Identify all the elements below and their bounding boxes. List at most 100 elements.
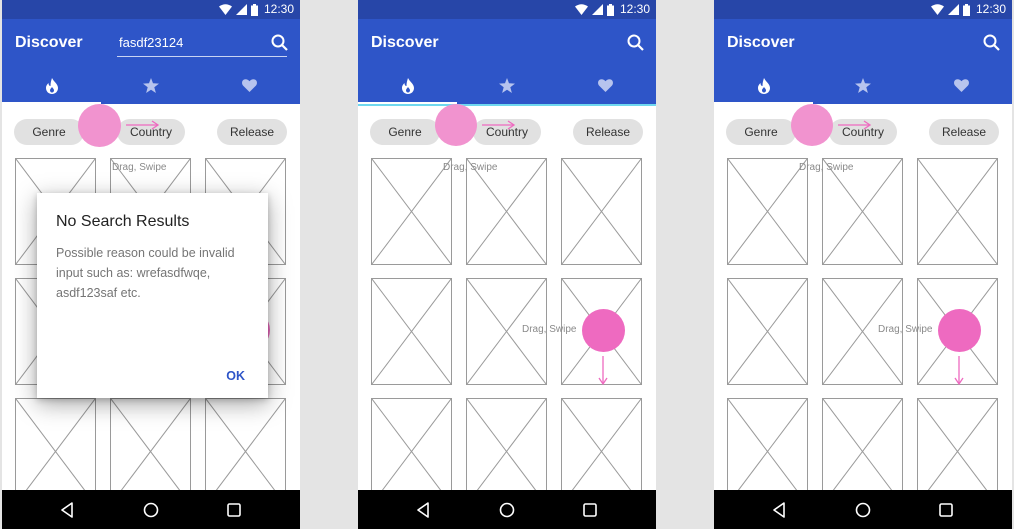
tab-favorites[interactable] (101, 67, 200, 104)
drag-swipe-hint: Drag, Swipe (522, 324, 577, 335)
swipe-right-arrow-icon (838, 120, 872, 130)
status-bar: 12:30 (714, 0, 1012, 19)
star-icon (142, 78, 159, 93)
back-icon[interactable] (59, 501, 77, 519)
heart-icon (598, 79, 613, 92)
image-placeholder[interactable] (561, 398, 642, 505)
tab-liked[interactable] (556, 67, 655, 104)
image-placeholder[interactable] (205, 398, 286, 505)
touch-indicator (582, 309, 625, 352)
tab-liked[interactable] (200, 67, 299, 104)
battery-icon (250, 3, 258, 16)
tab-bar (358, 67, 656, 106)
tab-bar (714, 67, 1012, 104)
chip-genre[interactable]: Genre (726, 119, 796, 145)
tab-liked[interactable] (912, 67, 1011, 104)
image-placeholder[interactable] (917, 398, 998, 505)
tab-bar-highlight (358, 104, 656, 106)
recents-icon[interactable] (581, 501, 599, 519)
tab-indicator (2, 102, 101, 104)
image-placeholder[interactable] (15, 398, 96, 505)
touch-indicator (938, 309, 981, 352)
app-bar: Discover (714, 19, 1012, 67)
search-icon[interactable] (982, 33, 1002, 53)
system-nav-bar (358, 490, 656, 529)
heart-icon (242, 79, 257, 92)
image-placeholder[interactable] (371, 278, 452, 385)
clock: 12:30 (263, 2, 294, 16)
back-icon[interactable] (415, 501, 433, 519)
phone-screen-discover: 12:30 Discover Genre Country Release Dra… (714, 0, 1012, 529)
app-bar: Discover fasdf23124 (2, 19, 300, 67)
dialog-title: No Search Results (56, 213, 190, 230)
chip-release[interactable]: Release (929, 119, 999, 145)
back-icon[interactable] (771, 501, 789, 519)
wifi-icon (930, 4, 944, 15)
signal-icon (947, 4, 959, 15)
flame-icon (401, 77, 414, 94)
tab-trending[interactable] (714, 67, 813, 104)
image-placeholder[interactable] (466, 398, 547, 505)
system-nav-bar (2, 490, 300, 529)
recents-icon[interactable] (937, 501, 955, 519)
tab-trending[interactable] (2, 67, 101, 104)
image-placeholder[interactable] (110, 398, 191, 505)
image-placeholder[interactable] (917, 158, 998, 265)
home-icon[interactable] (142, 501, 160, 519)
heart-icon (954, 79, 969, 92)
phone-screen-discover: 12:30 Discover Genre Country Release Dra… (358, 0, 656, 529)
page-title: Discover (15, 34, 83, 51)
wifi-icon (218, 4, 232, 15)
touch-indicator (78, 104, 121, 147)
flame-icon (45, 77, 58, 94)
system-nav-bar (714, 490, 1012, 529)
touch-indicator (435, 104, 477, 146)
search-icon[interactable] (270, 33, 290, 53)
image-placeholder[interactable] (727, 158, 808, 265)
chip-release[interactable]: Release (217, 119, 287, 145)
image-placeholder[interactable] (371, 158, 452, 265)
home-icon[interactable] (854, 501, 872, 519)
signal-icon (591, 4, 603, 15)
tab-trending[interactable] (358, 67, 457, 104)
phone-screen-search-error: 12:30 Discover fasdf23124 Genre Country … (2, 0, 300, 529)
clock: 12:30 (619, 2, 650, 16)
search-input-value: fasdf23124 (119, 35, 184, 50)
clock: 12:30 (975, 2, 1006, 16)
chip-release[interactable]: Release (573, 119, 643, 145)
image-placeholder[interactable] (466, 158, 547, 265)
signal-icon (235, 4, 247, 15)
page-title: Discover (727, 34, 795, 51)
search-icon[interactable] (626, 33, 646, 53)
app-bar: Discover (358, 19, 656, 67)
star-icon (498, 78, 515, 93)
status-bar: 12:30 (2, 0, 300, 19)
swipe-down-arrow-icon (954, 356, 964, 386)
flame-icon (757, 77, 770, 94)
touch-indicator (791, 104, 833, 146)
tab-indicator (714, 102, 813, 104)
image-placeholder[interactable] (822, 398, 903, 505)
battery-icon (962, 3, 970, 16)
image-placeholder[interactable] (822, 158, 903, 265)
drag-swipe-hint: Drag, Swipe (878, 324, 933, 335)
image-placeholder[interactable] (727, 398, 808, 505)
home-icon[interactable] (498, 501, 516, 519)
image-placeholder[interactable] (727, 278, 808, 385)
star-icon (854, 78, 871, 93)
tab-favorites[interactable] (813, 67, 912, 104)
tab-favorites[interactable] (457, 67, 556, 104)
chip-genre[interactable]: Genre (370, 119, 440, 145)
image-placeholder[interactable] (561, 158, 642, 265)
chip-genre[interactable]: Genre (14, 119, 84, 145)
recents-icon[interactable] (225, 501, 243, 519)
wireframe-canvas: 12:30 Discover fasdf23124 Genre Country … (0, 0, 1014, 529)
battery-icon (606, 3, 614, 16)
image-placeholder[interactable] (371, 398, 452, 505)
search-input[interactable]: fasdf23124 (117, 31, 287, 57)
tab-bar (2, 67, 300, 104)
wifi-icon (574, 4, 588, 15)
ok-button[interactable]: OK (226, 369, 245, 383)
page-title: Discover (371, 34, 439, 51)
drag-swipe-hint: Drag, Swipe (112, 162, 167, 173)
